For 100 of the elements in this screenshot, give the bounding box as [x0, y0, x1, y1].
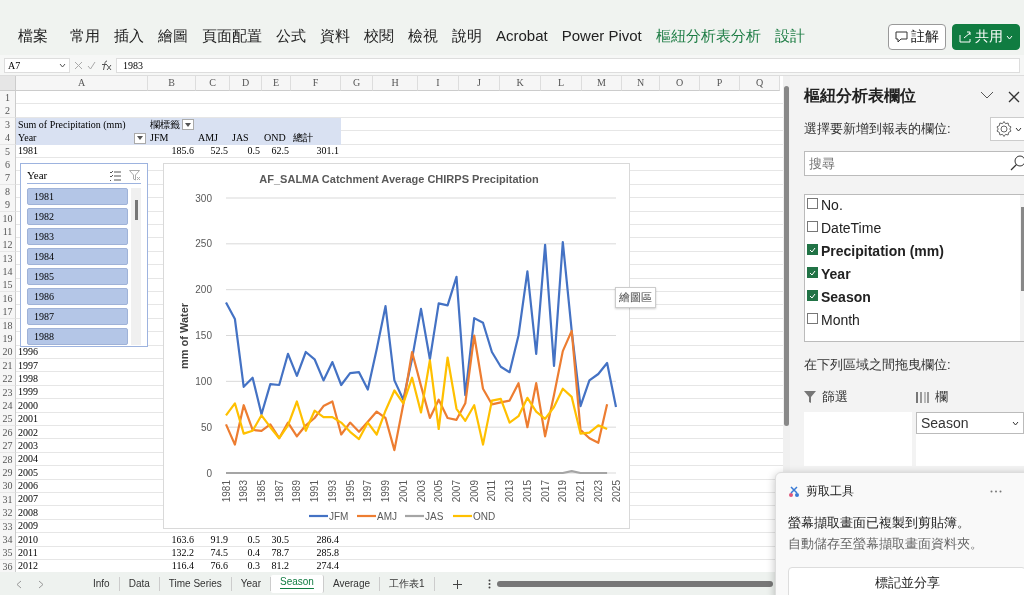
ribbon-tab[interactable]: 繪圖 [158, 27, 188, 46]
markup-share-button[interactable]: 標記並分享 [788, 567, 1024, 595]
ribbon-tab[interactable]: Acrobat [496, 27, 548, 46]
column-header[interactable]: P [700, 76, 740, 91]
vertical-scrollbar[interactable] [784, 86, 789, 426]
field-label[interactable]: Season [821, 289, 871, 305]
column-header[interactable]: N [622, 76, 660, 91]
chevron-down-icon[interactable] [980, 90, 994, 99]
function-icon[interactable] [100, 59, 112, 71]
row-header[interactable]: 9 [0, 198, 16, 213]
more-icon[interactable] [487, 579, 491, 589]
scroll-left-icon[interactable] [16, 579, 22, 589]
more-icon[interactable] [990, 490, 1002, 493]
sheet-tab[interactable]: Time Series [159, 577, 232, 591]
column-header[interactable]: Q [740, 76, 780, 91]
formula-field[interactable]: 1983 [116, 57, 1020, 73]
slicer-item[interactable]: 1988 [27, 328, 128, 345]
row-header[interactable]: 19 [0, 332, 16, 347]
column-header[interactable]: A [16, 76, 148, 91]
row-header[interactable]: 32 [0, 506, 16, 521]
row-header[interactable]: 7 [0, 171, 16, 186]
ribbon-tab[interactable]: 頁面配置 [202, 27, 262, 46]
row-header[interactable]: 35 [0, 546, 16, 561]
checkbox[interactable] [807, 244, 818, 255]
ribbon-tab[interactable]: 校閱 [364, 27, 394, 46]
filter-dropdown-button[interactable] [182, 119, 194, 131]
checkbox[interactable] [807, 198, 818, 209]
ribbon-tab[interactable]: 檔案 [18, 27, 48, 46]
row-header[interactable]: 20 [0, 345, 16, 360]
check-icon[interactable] [87, 60, 96, 70]
table-cell: 0.4 [247, 547, 260, 560]
search-field[interactable]: 搜尋 [804, 151, 1024, 176]
row-header[interactable]: 1 [0, 91, 16, 105]
column-header[interactable]: M [582, 76, 622, 91]
column-header[interactable]: H [373, 76, 418, 91]
column-header[interactable]: L [541, 76, 582, 91]
horizontal-scrollbar[interactable] [496, 581, 773, 587]
row-header[interactable]: 15 [0, 278, 16, 293]
sheet-tab[interactable]: Season [271, 575, 324, 593]
column-header[interactable]: J [459, 76, 500, 91]
ribbon-tab[interactable]: 檢視 [408, 27, 438, 46]
checkbox[interactable] [807, 290, 818, 301]
row-header[interactable]: 30 [0, 479, 16, 494]
sheet-tab[interactable]: Average [323, 577, 380, 591]
row-header[interactable]: 22 [0, 372, 16, 387]
sheet-tab[interactable]: Info [84, 577, 120, 591]
row-header[interactable]: 27 [0, 439, 16, 454]
slicer-item[interactable]: 1986 [27, 288, 128, 305]
column-header[interactable]: I [418, 76, 459, 91]
row-header[interactable]: 2 [0, 104, 16, 119]
area-field-item[interactable]: Season [916, 412, 1024, 434]
slicer-item[interactable]: 1982 [27, 208, 128, 225]
ribbon-tab[interactable]: 資料 [320, 27, 350, 46]
scrollbar-thumb[interactable] [134, 200, 138, 220]
column-header[interactable]: K [500, 76, 541, 91]
clear-filter-icon[interactable] [129, 169, 141, 181]
share-button[interactable]: 共用 [952, 24, 1020, 50]
comment-button[interactable]: 註解 [888, 24, 946, 50]
multi-select-icon[interactable] [109, 169, 121, 181]
settings-button[interactable] [990, 117, 1024, 141]
add-sheet-icon[interactable] [452, 579, 462, 589]
slicer-item[interactable]: 1983 [27, 228, 128, 245]
slicer-item[interactable]: 1981 [27, 188, 128, 205]
row-header[interactable]: 17 [0, 305, 16, 320]
ribbon-tab[interactable]: Power Pivot [561, 27, 642, 46]
row-header[interactable]: 25 [0, 412, 16, 427]
checkbox[interactable] [807, 313, 818, 324]
sheet-tab[interactable]: Data [119, 577, 160, 591]
checkbox[interactable] [807, 221, 818, 232]
checkbox[interactable] [807, 267, 818, 278]
column-header[interactable]: B [148, 76, 196, 91]
name-box[interactable]: A7 [4, 57, 70, 73]
column-header[interactable]: F [291, 76, 341, 91]
row-header[interactable]: 12 [0, 238, 16, 253]
ribbon-tab[interactable]: 公式 [276, 27, 306, 46]
column-header[interactable]: D [230, 76, 262, 91]
field-label[interactable]: Month [821, 312, 860, 328]
slicer-item[interactable]: 1987 [27, 308, 128, 325]
field-label[interactable]: DateTime [821, 220, 882, 236]
drop-area[interactable]: Season [916, 412, 1024, 466]
ribbon-tab[interactable]: 說明 [452, 27, 482, 46]
ribbon-tab[interactable]: 插入 [114, 27, 144, 46]
field-label[interactable]: Year [821, 266, 851, 282]
field-label[interactable]: Precipitation (mm) [821, 243, 944, 259]
sheet-tab[interactable]: 工作表1 [380, 577, 435, 591]
filter-dropdown-button[interactable] [134, 132, 146, 144]
row-header[interactable]: 14 [0, 265, 16, 280]
row-header[interactable]: 4 [0, 131, 16, 146]
ribbon-tab[interactable]: 常用 [70, 27, 100, 46]
slicer-item[interactable]: 1985 [27, 268, 128, 285]
close-icon[interactable] [1008, 90, 1020, 103]
column-header[interactable]: E [262, 76, 291, 91]
ribbon-tab[interactable]: 設計 [774, 27, 805, 46]
scroll-right-icon[interactable] [38, 579, 44, 589]
field-label[interactable]: No. [821, 197, 843, 213]
slicer-item[interactable]: 1984 [27, 248, 128, 265]
column-header[interactable]: O [660, 76, 700, 91]
ribbon-tab[interactable]: 樞紐分析表分析 [655, 27, 761, 46]
column-header[interactable]: C [196, 76, 230, 91]
column-header[interactable]: G [341, 76, 373, 91]
